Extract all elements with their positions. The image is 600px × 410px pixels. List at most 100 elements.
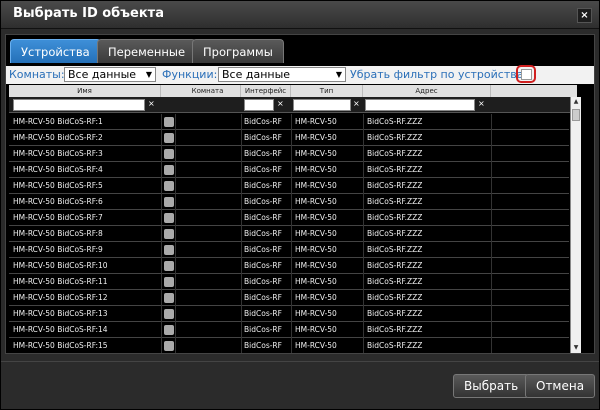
row-name: HM-RCV-50 BidCoS-RF:1 (13, 117, 103, 126)
row-address: BidCoS-RF.ZZZ (367, 117, 423, 126)
clear-type-filter-icon[interactable]: × (353, 99, 360, 108)
table-row[interactable]: HM-RCV-50 BidCoS-RF:12 BidCos-RF HM-RCV-50… (9, 290, 569, 306)
clear-address-filter-icon[interactable]: × (478, 99, 485, 108)
filter-inputs-row: × × × × (9, 97, 577, 113)
row-type: HM-RCV-50 (295, 341, 337, 350)
row-interface: BidCos-RF (244, 213, 282, 222)
column-header-name[interactable]: Имя (9, 85, 161, 97)
select-object-id-dialog: Выбрать ID объекта × Устройства Переменн… (0, 0, 600, 410)
table-row[interactable]: HM-RCV-50 BidCoS-RF:1 BidCos-RF HM-RCV-50 B… (9, 114, 569, 130)
row-type: HM-RCV-50 (295, 293, 337, 302)
row-room (179, 178, 239, 194)
rooms-select[interactable]: Все данные ▼ (64, 67, 156, 82)
row-address: BidCoS-RF.ZZZ (367, 165, 423, 174)
table-row[interactable]: HM-RCV-50 BidCoS-RF:7 BidCos-RF HM-RCV-50 B… (9, 210, 569, 226)
table-row[interactable]: HM-RCV-50 BidCoS-RF:15 BidCos-RF HM-RCV-50… (9, 338, 569, 353)
column-header-type[interactable]: Тип (291, 85, 363, 97)
device-icon (164, 309, 174, 319)
functions-select[interactable]: Все данные ▼ (218, 67, 346, 82)
table-row[interactable]: HM-RCV-50 BidCoS-RF:13 BidCos-RF HM-RCV-50… (9, 306, 569, 322)
dialog-footer: Выбрать Отмена (1, 361, 599, 409)
row-address: BidCoS-RF.ZZZ (367, 197, 423, 206)
dialog-titlebar: Выбрать ID объекта × (1, 1, 599, 29)
row-interface: BidCos-RF (244, 277, 282, 286)
row-address: BidCoS-RF.ZZZ (367, 245, 423, 254)
tab-devices[interactable]: Устройства (10, 39, 101, 63)
table-row[interactable]: HM-RCV-50 BidCoS-RF:14 BidCos-RF HM-RCV-50… (9, 322, 569, 338)
row-address: BidCoS-RF.ZZZ (367, 277, 423, 286)
row-room (179, 242, 239, 258)
row-name: HM-RCV-50 BidCoS-RF:12 (13, 293, 108, 302)
row-interface: BidCos-RF (244, 197, 282, 206)
table-row[interactable]: HM-RCV-50 BidCoS-RF:10 BidCos-RF HM-RCV-50… (9, 258, 569, 274)
interface-filter-input[interactable] (244, 99, 274, 111)
grid-header: Имя Комната Интерфейс Тип Адрес (9, 85, 577, 97)
scroll-thumb[interactable] (572, 109, 580, 121)
row-address: BidCoS-RF.ZZZ (367, 309, 423, 318)
dialog-title: Выбрать ID объекта (13, 6, 164, 21)
clear-interface-filter-icon[interactable]: × (277, 99, 284, 108)
column-header-interface[interactable]: Интерфейс (241, 85, 291, 97)
row-room (179, 322, 239, 338)
row-name: HM-RCV-50 BidCoS-RF:3 (13, 149, 103, 158)
table-row[interactable]: HM-RCV-50 BidCoS-RF:2 BidCos-RF HM-RCV-50 B… (9, 130, 569, 146)
row-type: HM-RCV-50 (295, 309, 337, 318)
row-type: HM-RCV-50 (295, 165, 337, 174)
device-icon (164, 341, 174, 351)
row-interface: BidCos-RF (244, 117, 282, 126)
device-icon (164, 165, 174, 175)
grid-scrollbar[interactable]: ▲ ▼ (570, 97, 581, 353)
functions-select-value: Все данные (222, 68, 291, 81)
row-interface: BidCos-RF (244, 245, 282, 254)
clear-name-filter-icon[interactable]: × (148, 99, 155, 108)
row-address: BidCoS-RF.ZZZ (367, 261, 423, 270)
table-row[interactable]: HM-RCV-50 BidCoS-RF:5 BidCos-RF HM-RCV-50 B… (9, 178, 569, 194)
tab-variables[interactable]: Переменные (97, 39, 197, 63)
row-interface: BidCos-RF (244, 309, 282, 318)
row-interface: BidCos-RF (244, 165, 282, 174)
table-row[interactable]: HM-RCV-50 BidCoS-RF:9 BidCos-RF HM-RCV-50 B… (9, 242, 569, 258)
row-room (179, 290, 239, 306)
row-room (179, 306, 239, 322)
table-row[interactable]: HM-RCV-50 BidCoS-RF:11 BidCos-RF HM-RCV-50… (9, 274, 569, 290)
row-room (179, 258, 239, 274)
device-icon (164, 229, 174, 239)
address-filter-input[interactable] (365, 99, 475, 111)
row-type: HM-RCV-50 (295, 197, 337, 206)
row-interface: BidCos-RF (244, 261, 282, 270)
device-icon (164, 277, 174, 287)
name-filter-input[interactable] (13, 99, 145, 111)
row-name: HM-RCV-50 BidCoS-RF:14 (13, 325, 108, 334)
device-icon (164, 293, 174, 303)
column-header-room[interactable]: Комната (175, 85, 241, 97)
table-row[interactable]: HM-RCV-50 BidCoS-RF:6 BidCos-RF HM-RCV-50 B… (9, 194, 569, 210)
row-type: HM-RCV-50 (295, 181, 337, 190)
type-filter-input[interactable] (293, 99, 351, 111)
close-icon[interactable]: × (577, 8, 592, 23)
table-row[interactable]: HM-RCV-50 BidCoS-RF:3 BidCos-RF HM-RCV-50 B… (9, 146, 569, 162)
row-type: HM-RCV-50 (295, 229, 337, 238)
table-row[interactable]: HM-RCV-50 BidCoS-RF:4 BidCos-RF HM-RCV-50 B… (9, 162, 569, 178)
row-type: HM-RCV-50 (295, 245, 337, 254)
row-name: HM-RCV-50 BidCoS-RF:8 (13, 229, 103, 238)
scroll-down-icon[interactable]: ▼ (571, 343, 581, 353)
row-type: HM-RCV-50 (295, 149, 337, 158)
row-type: HM-RCV-50 (295, 325, 337, 334)
row-room (179, 274, 239, 290)
row-address: BidCoS-RF.ZZZ (367, 133, 423, 142)
scroll-up-icon[interactable]: ▲ (571, 97, 581, 107)
device-icon (164, 133, 174, 143)
row-address: BidCoS-RF.ZZZ (367, 181, 423, 190)
column-header-address[interactable]: Адрес (363, 85, 491, 97)
row-room (179, 210, 239, 226)
table-row[interactable]: HM-RCV-50 BidCoS-RF:8 BidCos-RF HM-RCV-50 B… (9, 226, 569, 242)
row-name: HM-RCV-50 BidCoS-RF:13 (13, 309, 108, 318)
row-name: HM-RCV-50 BidCoS-RF:4 (13, 165, 103, 174)
rooms-label: Комнаты: (9, 68, 65, 81)
chevron-down-icon: ▼ (335, 70, 342, 79)
row-room (179, 338, 239, 353)
cancel-button[interactable]: Отмена (525, 374, 596, 398)
select-button[interactable]: Выбрать (453, 374, 530, 398)
tab-programs[interactable]: Программы (192, 39, 284, 63)
row-name: HM-RCV-50 BidCoS-RF:5 (13, 181, 103, 190)
